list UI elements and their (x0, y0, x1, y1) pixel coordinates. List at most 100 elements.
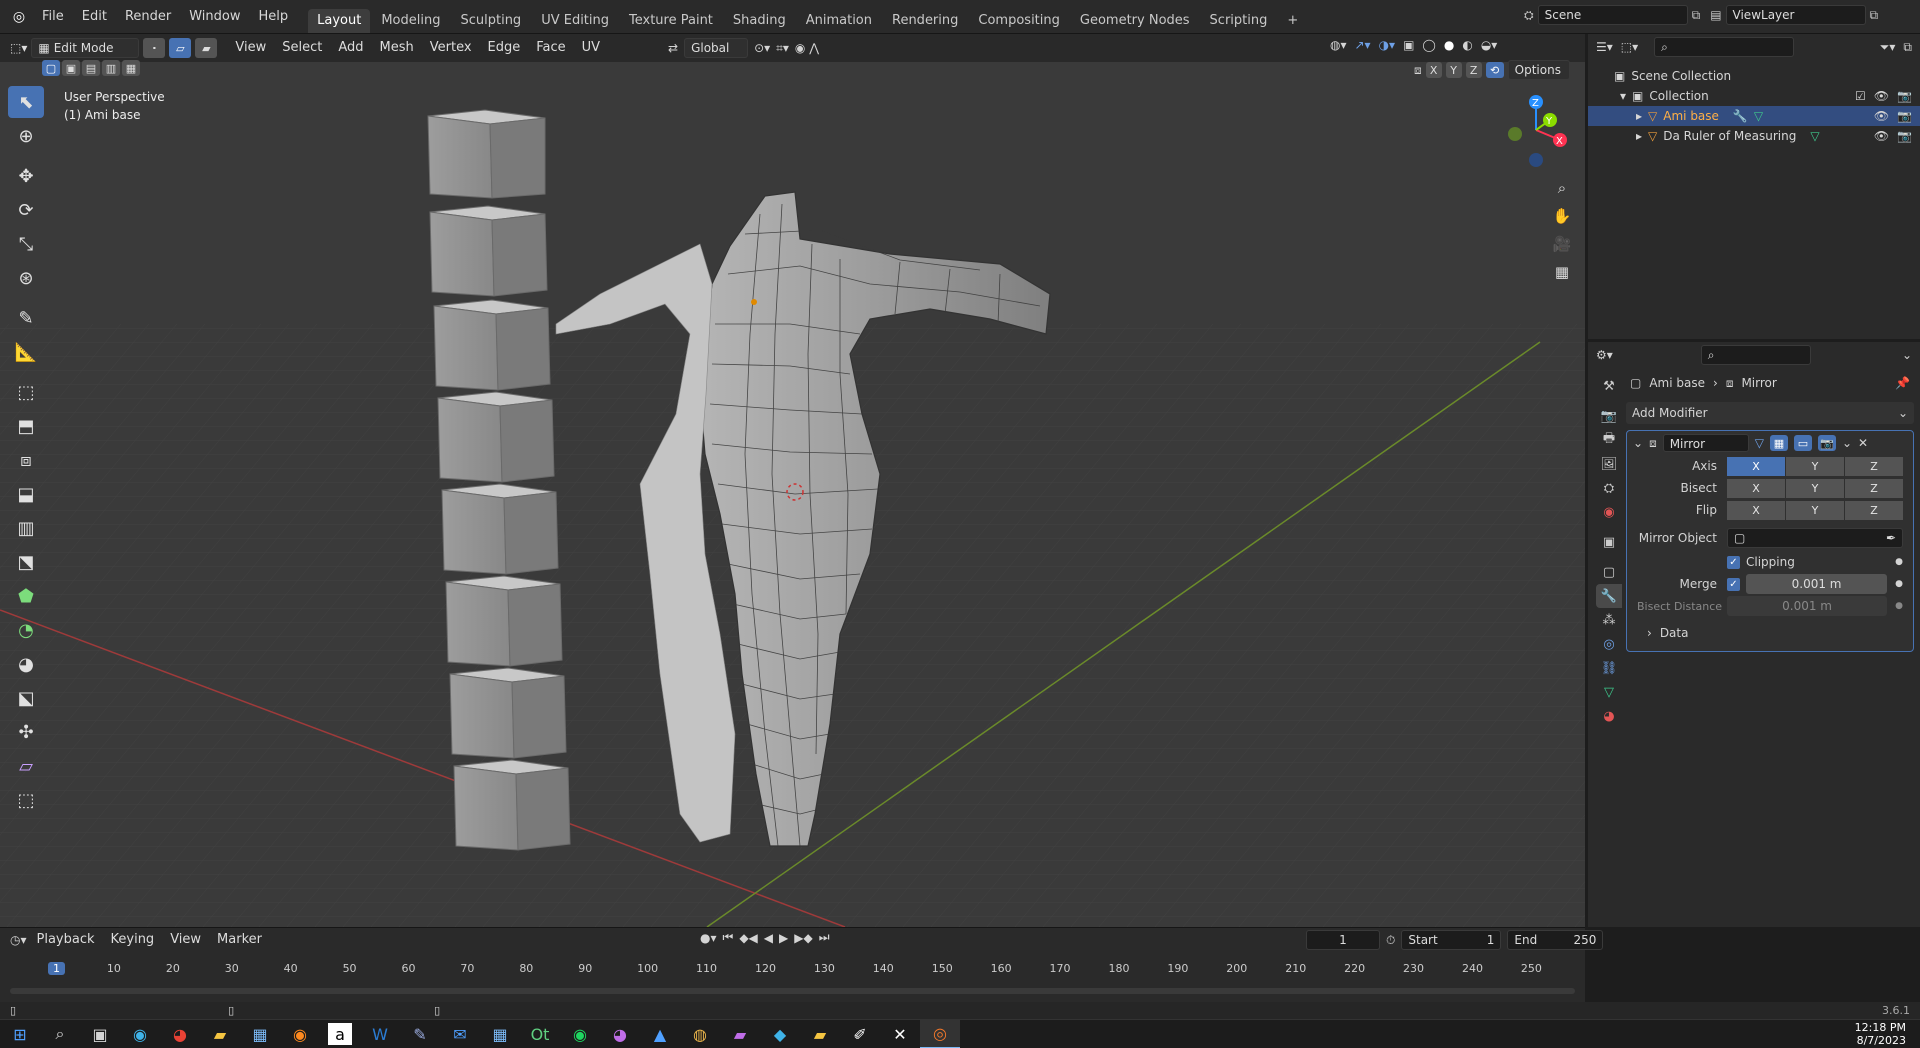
menu-mesh[interactable]: Mesh (374, 37, 420, 59)
tab-compositing[interactable]: Compositing (969, 9, 1069, 33)
tab-uv-editing[interactable]: UV Editing (532, 9, 618, 33)
view-layer-tab-icon[interactable]: 🖼 (1596, 452, 1622, 476)
mirror-x-button[interactable]: X (1425, 62, 1442, 78)
material-shading-icon[interactable]: ◐ (1462, 38, 1472, 52)
expand-icon[interactable]: ▸ (1636, 126, 1642, 146)
render-toggle-icon[interactable]: 📷 (1817, 435, 1836, 451)
outliner-search[interactable]: ⌕ (1654, 37, 1795, 57)
rip-tool-icon[interactable]: ⬚ (8, 784, 44, 816)
eye-icon[interactable]: 👁 (1874, 86, 1889, 106)
data-subpanel[interactable]: › Data (1627, 621, 1913, 645)
knife-tool-icon[interactable]: ⬔ (8, 546, 44, 578)
jump-end-icon[interactable]: ⏭ (819, 930, 830, 945)
eye-icon[interactable]: 👁 (1874, 126, 1889, 146)
edge-select-icon[interactable]: ▱ (169, 38, 192, 58)
menu-face[interactable]: Face (530, 37, 571, 59)
timeline-type-icon[interactable]: ◷▾ (10, 933, 27, 947)
constraints-tab-icon[interactable]: ⛓ (1596, 656, 1622, 680)
menu-vertex[interactable]: Vertex (424, 37, 478, 59)
tab-geometry-nodes[interactable]: Geometry Nodes (1071, 9, 1199, 33)
select-invert-icon[interactable]: ▥ (102, 60, 120, 76)
droplet-icon[interactable]: ◆ (760, 1020, 800, 1048)
camera-render-icon[interactable]: 📷 (1897, 106, 1912, 126)
tab-scripting[interactable]: Scripting (1201, 9, 1277, 33)
clock[interactable]: 12:18 PM 8/7/2023 (1855, 1021, 1906, 1047)
axis-z-button[interactable]: Z (1845, 456, 1903, 476)
mirror-z-button[interactable]: Z (1465, 62, 1482, 78)
visibility-icon[interactable]: ◍▾ (1330, 38, 1347, 52)
expand-icon[interactable]: ▸ (1636, 106, 1642, 126)
tab-sculpting[interactable]: Sculpting (451, 9, 530, 33)
add-modifier-dropdown[interactable]: Add Modifier ⌄ (1626, 402, 1914, 424)
add-cube-tool-icon[interactable]: ⬚ (8, 376, 44, 408)
outliner-type-icon[interactable]: ☰▾ (1596, 40, 1613, 54)
photos-icon[interactable]: ▲ (640, 1020, 680, 1048)
record-icon[interactable]: ●▾ (700, 931, 717, 945)
scene-tab-icon[interactable]: ⛭ (1596, 476, 1622, 500)
timeline-scrollbar[interactable] (10, 988, 1575, 994)
select-box-tool-icon[interactable]: ⬉ (8, 86, 44, 118)
outliner-collection[interactable]: ▾ ▣ Collection ☑ 👁 📷 (1588, 86, 1920, 106)
auto-merge-icon[interactable]: ⟲ (1485, 62, 1504, 78)
eyedropper-icon[interactable]: ✒ (1886, 529, 1896, 547)
new-view-layer-icon[interactable]: ⧉ (1870, 8, 1879, 23)
store-icon[interactable]: ▦ (240, 1020, 280, 1048)
particles-tab-icon[interactable]: ⁂ (1596, 608, 1622, 632)
select-new-icon[interactable]: ▢ (42, 60, 60, 76)
blender-taskbar-icon[interactable]: ◎ (920, 1019, 960, 1048)
next-keyframe-icon[interactable]: ▶◆ (794, 931, 812, 945)
rotate-tool-icon[interactable]: ⟳ (8, 194, 44, 226)
extrude-tool-icon[interactable]: ⬒ (8, 410, 44, 442)
folder-icon[interactable]: ▰ (800, 1020, 840, 1048)
play-icon[interactable]: ▶ (779, 931, 788, 945)
menu-add[interactable]: Add (332, 37, 369, 59)
amazon-icon[interactable]: a (328, 1023, 352, 1045)
flip-y-button[interactable]: Y (1786, 500, 1844, 520)
realtime-toggle-icon[interactable]: ▭ (1793, 435, 1812, 451)
outliner-scene-collection[interactable]: ▣ Scene Collection (1588, 66, 1920, 86)
camera-render-icon[interactable]: 📷 (1897, 86, 1912, 106)
current-frame-field[interactable]: 1 (1306, 930, 1380, 950)
tool-tab-icon[interactable]: ⚒ (1596, 374, 1622, 398)
start-frame-field[interactable]: Start 1 (1401, 930, 1502, 950)
output-tab-icon[interactable]: 🖶 (1596, 428, 1622, 452)
properties-type-icon[interactable]: ⚙▾ (1596, 348, 1613, 362)
edit-mode-toggle-icon[interactable]: ▦ (1769, 435, 1788, 451)
current-frame-marker[interactable]: 1 (48, 962, 65, 975)
spin-tool-icon[interactable]: ◔ (8, 614, 44, 646)
prev-keyframe-icon[interactable]: ◆◀ (739, 931, 757, 945)
gizmo-icon[interactable]: ↗▾ (1355, 38, 1371, 52)
collapse-icon[interactable]: ⌄ (1902, 348, 1912, 362)
select-intersect-icon[interactable]: ▦ (122, 60, 140, 76)
keyframe-dot-icon[interactable]: ● (1895, 579, 1903, 589)
menu-marker[interactable]: Marker (211, 929, 268, 951)
krita-icon[interactable]: ◕ (600, 1020, 640, 1048)
blender-logo-icon[interactable]: ◎ (6, 9, 32, 25)
modifier-tab-icon[interactable]: 🔧 (1596, 584, 1622, 608)
on-cage-icon[interactable]: ▽ (1755, 436, 1764, 450)
solid-shading-icon[interactable]: ● (1444, 38, 1454, 52)
menu-file[interactable]: File (34, 5, 72, 29)
cursor-tool-icon[interactable]: ⊕ (8, 120, 44, 152)
physics-tab-icon[interactable]: ◎ (1596, 632, 1622, 656)
tab-layout[interactable]: Layout (308, 9, 371, 33)
word-icon[interactable]: W (360, 1020, 400, 1048)
clipchamp-icon[interactable]: ▰ (720, 1020, 760, 1048)
display-mode-icon[interactable]: ⬚▾ (1621, 40, 1638, 54)
face-select-icon[interactable]: ▰ (195, 38, 218, 58)
collection-tab-icon[interactable]: ▣ (1596, 530, 1622, 554)
move-tool-icon[interactable]: ✥ (8, 160, 44, 192)
mail-icon[interactable]: ✉ (440, 1020, 480, 1048)
transform-tool-icon[interactable]: ⊛ (8, 262, 44, 294)
opentoonz-icon[interactable]: Ot (520, 1020, 560, 1048)
search-icon[interactable]: ⌕ (40, 1020, 80, 1048)
tab-modeling[interactable]: Modeling (372, 9, 449, 33)
loop-cut-tool-icon[interactable]: ▥ (8, 512, 44, 544)
preview-range-icon[interactable]: ⏱ (1386, 933, 1395, 948)
edge-icon[interactable]: ◉ (120, 1020, 160, 1048)
shrink-tool-icon[interactable]: ✣ (8, 716, 44, 748)
vertex-select-icon[interactable]: ⬝ (143, 38, 166, 58)
keyframe-dot-icon[interactable]: ● (1895, 601, 1903, 611)
collapse-chevron-icon[interactable]: ⌄ (1633, 436, 1643, 450)
overlay-icon[interactable]: ◑▾ (1379, 38, 1396, 52)
